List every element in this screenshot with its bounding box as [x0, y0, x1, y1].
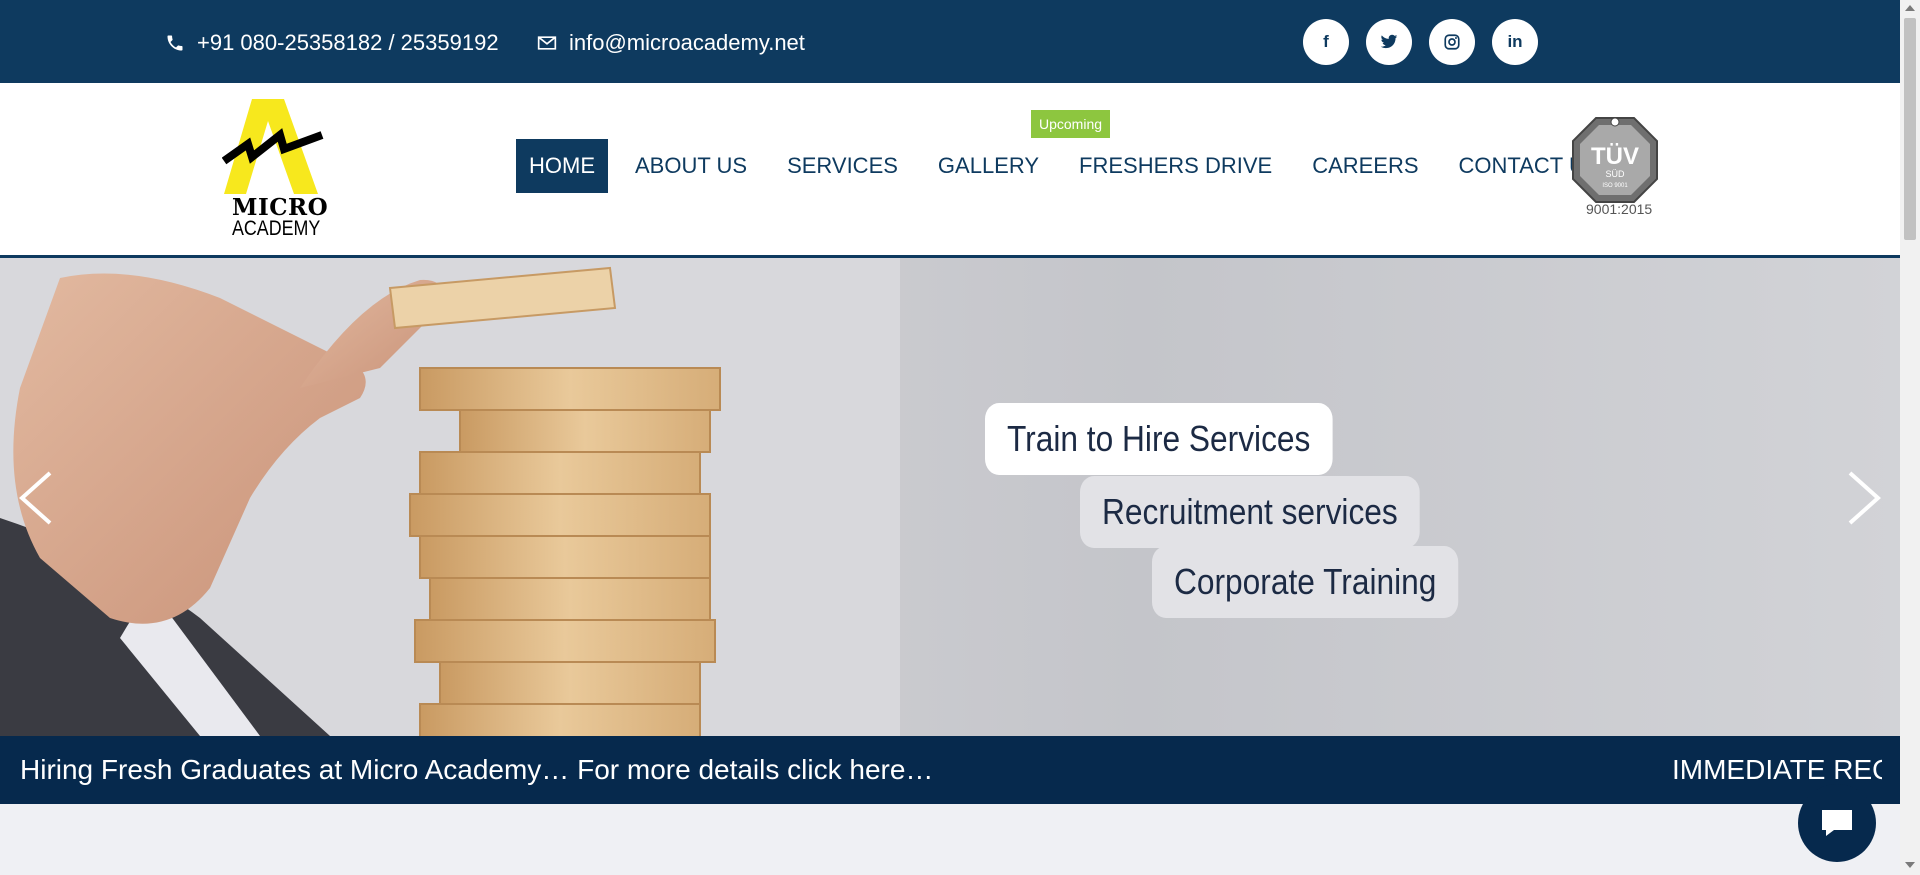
hero-pill-recruitment: Recruitment services — [1080, 476, 1420, 548]
instagram-icon — [1444, 34, 1460, 50]
main-nav: HOME ABOUT US SERVICES GALLERY FRESHERS … — [516, 139, 1627, 193]
site-header: MICRO ACADEMY HOME ABOUT US SERVICES GAL… — [0, 83, 1900, 258]
twitter-icon — [1380, 34, 1398, 49]
slider-prev-button[interactable] — [10, 458, 60, 538]
tuv-certification-seal: TÜV SÜD ISO 9001 — [1572, 117, 1658, 203]
email-contact[interactable]: info@microacademy.net — [537, 30, 805, 56]
social-links: f in — [1303, 19, 1538, 65]
facebook-button[interactable]: f — [1303, 19, 1349, 65]
page: +91 080-25358182 / 25359192 info@microac… — [0, 0, 1920, 875]
chat-bubble-icon — [1822, 810, 1852, 836]
top-bar: +91 080-25358182 / 25359192 info@microac… — [0, 0, 1900, 83]
nav-services[interactable]: SERVICES — [774, 139, 911, 193]
ticker-immediate-link[interactable]: IMMEDIATE REQUIREMENT — [1672, 754, 1882, 786]
email-text: info@microacademy.net — [569, 30, 805, 55]
hero-pill-train-to-hire: Train to Hire Services — [985, 403, 1333, 475]
chat-button[interactable] — [1798, 784, 1876, 862]
twitter-button[interactable] — [1366, 19, 1412, 65]
upcoming-badge: Upcoming — [1031, 110, 1111, 138]
scroll-up-arrow[interactable] — [1905, 5, 1915, 11]
scroll-thumb[interactable] — [1904, 18, 1916, 240]
nav-home[interactable]: HOME — [516, 139, 608, 193]
logo-line-2: ACADEMY — [232, 217, 321, 240]
jenga-tower-image — [0, 258, 900, 736]
instagram-button[interactable] — [1429, 19, 1475, 65]
scroll-down-arrow[interactable] — [1905, 862, 1915, 868]
nav-gallery[interactable]: GALLERY — [925, 139, 1052, 193]
hero-slider: Train to Hire Services Recruitment servi… — [0, 258, 1900, 736]
ticker-hiring-link[interactable]: Hiring Fresh Graduates at Micro Academy…… — [20, 754, 933, 786]
phone-text: +91 080-25358182 / 25359192 — [197, 30, 499, 55]
chevron-left-icon — [18, 471, 52, 525]
page-scrollbar[interactable] — [1900, 0, 1920, 875]
tuv-seal-subtext: SÜD — [1605, 169, 1625, 179]
envelope-icon — [537, 36, 557, 50]
nav-freshers-drive[interactable]: FRESHERS DRIVE — [1066, 139, 1285, 193]
linkedin-button[interactable]: in — [1492, 19, 1538, 65]
slider-next-button[interactable] — [1840, 458, 1890, 538]
hero-pill-corporate-training: Corporate Training — [1152, 546, 1459, 618]
chevron-right-icon — [1848, 471, 1882, 525]
news-ticker: Hiring Fresh Graduates at Micro Academy…… — [0, 736, 1900, 804]
facebook-icon: f — [1323, 32, 1329, 51]
tuv-seal-iso: ISO 9001 — [1602, 183, 1628, 189]
phone-contact[interactable]: +91 080-25358182 / 25359192 — [165, 30, 499, 56]
phone-icon — [167, 35, 183, 51]
linkedin-icon: in — [1507, 32, 1523, 51]
tuv-seal-text: TÜV — [1591, 143, 1639, 170]
nav-about-us[interactable]: ABOUT US — [622, 139, 760, 193]
nav-careers[interactable]: CAREERS — [1299, 139, 1431, 193]
iso-label: 9001:2015 — [1586, 201, 1653, 217]
